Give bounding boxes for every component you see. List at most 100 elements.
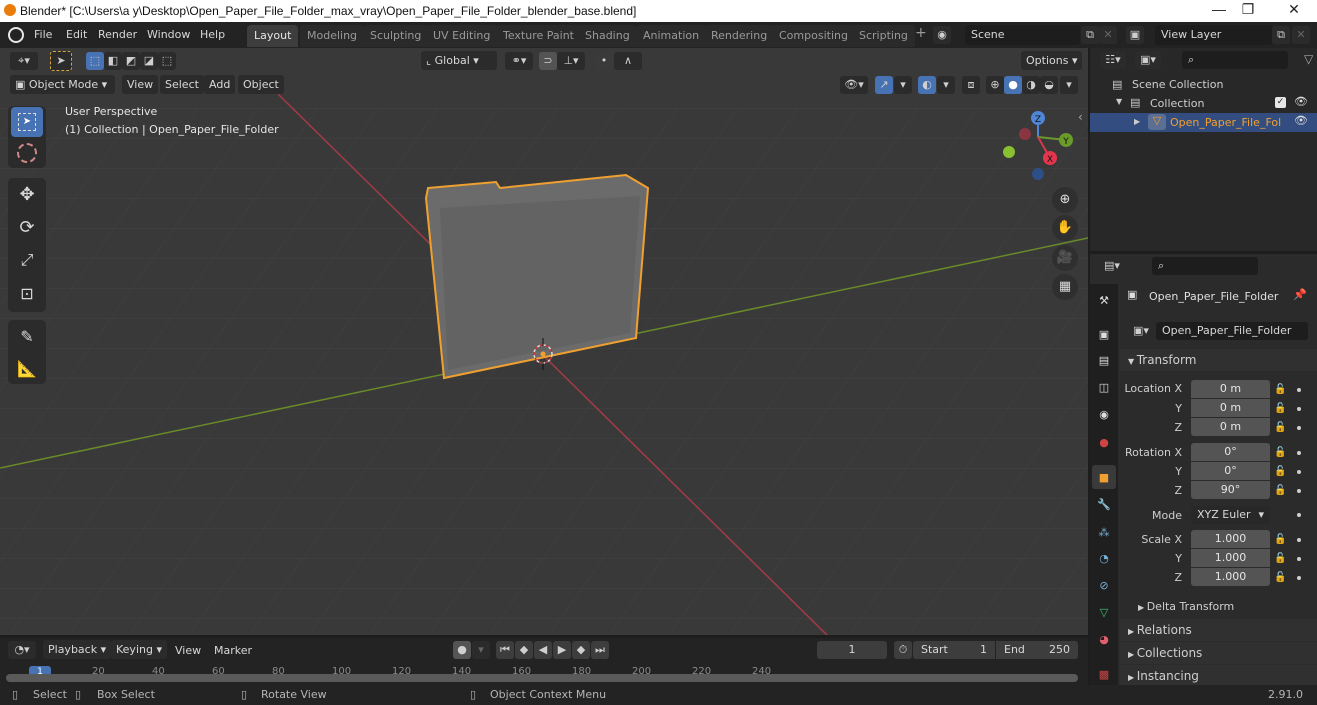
collections-panel-header[interactable]: ▶ Collections	[1120, 642, 1317, 664]
delete-scene-icon[interactable]: ✕	[1099, 26, 1117, 44]
gizmo-dropdown-icon[interactable]: ▾	[894, 76, 912, 94]
pan-view-icon[interactable]: ✋	[1052, 215, 1078, 241]
tab-sculpting[interactable]: Sculpting	[363, 25, 429, 47]
pivot-point-icon[interactable]: ⚭▾	[505, 52, 533, 70]
editor-type-icon[interactable]: ⌖▾	[10, 52, 38, 70]
playback-menu[interactable]: Playback ▾	[43, 640, 112, 659]
new-view-layer-icon[interactable]: ⧉	[1272, 26, 1290, 44]
solid-shading-icon[interactable]: ●	[1004, 76, 1022, 94]
modifier-tab-icon[interactable]: 🔧	[1092, 492, 1116, 516]
tool-annotate[interactable]: ✎	[11, 321, 43, 351]
scale-y-field[interactable]: 1.000	[1191, 549, 1270, 567]
next-keyframe-icon[interactable]: ◆	[572, 641, 590, 659]
ortho-toggle-icon[interactable]: ▦	[1052, 274, 1078, 300]
lock-scale-y-icon[interactable]: 🔓	[1274, 553, 1286, 564]
lock-location-z-icon[interactable]: 🔓	[1274, 422, 1286, 433]
tab-scripting[interactable]: Scripting	[852, 25, 915, 47]
lock-location-x-icon[interactable]: 🔓	[1274, 384, 1286, 395]
play-reverse-icon[interactable]: ◀	[534, 641, 552, 659]
keyframe-dot-icon[interactable]	[1297, 538, 1301, 542]
view-layer-field[interactable]: View Layer	[1155, 25, 1272, 45]
jump-end-icon[interactable]: ⏭	[591, 641, 609, 659]
pin-icon[interactable]: 📌	[1293, 288, 1307, 301]
delete-view-layer-icon[interactable]: ✕	[1292, 26, 1310, 44]
transform-orientation-dropdown[interactable]: ⌞ Global ▾	[421, 51, 497, 70]
tab-shading[interactable]: Shading	[578, 25, 637, 47]
outliner-display-mode-icon[interactable]: ☷▾	[1100, 51, 1126, 69]
proportional-edit-icon[interactable]: •	[595, 52, 613, 70]
tab-compositing[interactable]: Compositing	[772, 25, 855, 47]
select-tool-icon[interactable]: ➤	[50, 51, 72, 71]
object-visibility-eye-icon[interactable]: 👁	[1294, 114, 1308, 127]
keyframe-dot-icon[interactable]	[1297, 470, 1301, 474]
instancing-panel-header[interactable]: ▶ Instancing	[1120, 665, 1317, 685]
keyframe-dot-icon[interactable]	[1297, 426, 1301, 430]
lock-scale-x-icon[interactable]: 🔓	[1274, 534, 1286, 545]
collection-visibility-eye-icon[interactable]: 👁	[1294, 95, 1308, 108]
collection-exclude-checkbox[interactable]: ✓	[1275, 97, 1286, 108]
select-mode-new-icon[interactable]: ⬚	[86, 52, 104, 70]
blender-menu-icon[interactable]	[8, 27, 24, 43]
transform-panel-header[interactable]: ▼ Transform	[1120, 349, 1317, 371]
scene-icon[interactable]: ◉	[933, 26, 951, 44]
datablock-browse-icon[interactable]: ▣▾	[1127, 322, 1155, 340]
tool-cursor[interactable]	[11, 138, 43, 168]
menu-file[interactable]: File	[34, 28, 52, 41]
outliner-filter-layer-icon[interactable]: ▣▾	[1135, 51, 1161, 69]
properties-search-input[interactable]: ⌕	[1152, 257, 1258, 275]
zoom-view-icon[interactable]: ⊕	[1052, 187, 1078, 213]
menu-view[interactable]: View	[122, 75, 159, 94]
tab-rendering[interactable]: Rendering	[704, 25, 775, 47]
material-shading-icon[interactable]: ◑	[1022, 76, 1040, 94]
outliner-row-collection[interactable]: ▼ ▤ Collection ✓ 👁	[1090, 94, 1317, 113]
keyframe-dot-icon[interactable]	[1297, 451, 1301, 455]
minimize-button[interactable]: —	[1205, 1, 1233, 17]
falloff-icon[interactable]: ∧	[614, 52, 642, 70]
current-frame-field[interactable]: 1	[817, 641, 887, 659]
scene-tab-icon[interactable]: ◉	[1092, 402, 1116, 426]
world-tab-icon[interactable]: ●	[1092, 430, 1116, 454]
keyframe-dot-icon[interactable]	[1297, 576, 1301, 580]
object-tab-icon[interactable]: ■	[1092, 465, 1116, 489]
visibility-selectability-icon[interactable]: 👁▾	[840, 76, 868, 94]
start-frame-field[interactable]: Start 1	[913, 641, 995, 659]
end-frame-field[interactable]: End 250	[996, 641, 1078, 659]
keyframe-dot-icon[interactable]	[1297, 557, 1301, 561]
menu-select[interactable]: Select	[160, 75, 204, 94]
select-mode-subtract-icon[interactable]: ◩	[122, 52, 140, 70]
rotation-mode-dropdown[interactable]: XYZ Euler ▾	[1191, 506, 1270, 524]
timeline-marker-menu[interactable]: Marker	[214, 644, 252, 657]
keyframe-dot-icon[interactable]	[1297, 407, 1301, 411]
mode-dropdown[interactable]: ▣ Object Mode ▾	[10, 75, 115, 94]
object-name-input[interactable]: Open_Paper_File_Folder	[1156, 322, 1308, 340]
tab-layout[interactable]: Layout	[247, 25, 299, 47]
select-mode-extend-icon[interactable]: ◧	[104, 52, 122, 70]
rotation-x-field[interactable]: 0°	[1191, 443, 1270, 461]
menu-edit[interactable]: Edit	[66, 28, 87, 41]
texture-tab-icon[interactable]: ▩	[1092, 662, 1116, 686]
options-dropdown[interactable]: Options ▾	[1021, 51, 1083, 70]
auto-keying-icon[interactable]: ●	[453, 641, 471, 659]
keyframe-dot-icon[interactable]	[1297, 513, 1301, 517]
physics-tab-icon[interactable]: ◔	[1092, 546, 1116, 570]
keying-dropdown-icon[interactable]: ▾	[472, 641, 490, 659]
camera-view-icon[interactable]: 🎥	[1052, 245, 1078, 271]
tab-uv-editing[interactable]: UV Editing	[426, 25, 498, 47]
rotation-z-field[interactable]: 90°	[1191, 481, 1270, 499]
3d-viewport[interactable]: Z Y X ⌖▾ ➤ ⬚ ◧ ◩ ◪ ⬚ ⌞ Global ▾ ⚭▾ ⊃ ⊥▾ …	[0, 48, 1088, 635]
output-tab-icon[interactable]: ▤	[1092, 348, 1116, 372]
render-tab-icon[interactable]: ▣	[1092, 322, 1116, 346]
timeline-scrollbar[interactable]	[6, 674, 1078, 682]
scene-field[interactable]: Scene	[965, 25, 1080, 45]
snap-toggle-icon[interactable]: ⊃	[539, 52, 557, 70]
jump-start-icon[interactable]: ⏮	[496, 641, 514, 659]
rendered-shading-icon[interactable]: ◒	[1040, 76, 1058, 94]
maximize-button[interactable]: ❐	[1234, 1, 1262, 18]
wireframe-shading-icon[interactable]: ⊕	[986, 76, 1004, 94]
select-mode-invert-icon[interactable]: ◪	[140, 52, 158, 70]
keyframe-dot-icon[interactable]	[1297, 388, 1301, 392]
location-y-field[interactable]: 0 m	[1191, 399, 1270, 417]
menu-window[interactable]: Window	[147, 28, 190, 41]
lock-location-y-icon[interactable]: 🔓	[1274, 403, 1286, 414]
shading-dropdown-icon[interactable]: ▾	[1060, 76, 1078, 94]
